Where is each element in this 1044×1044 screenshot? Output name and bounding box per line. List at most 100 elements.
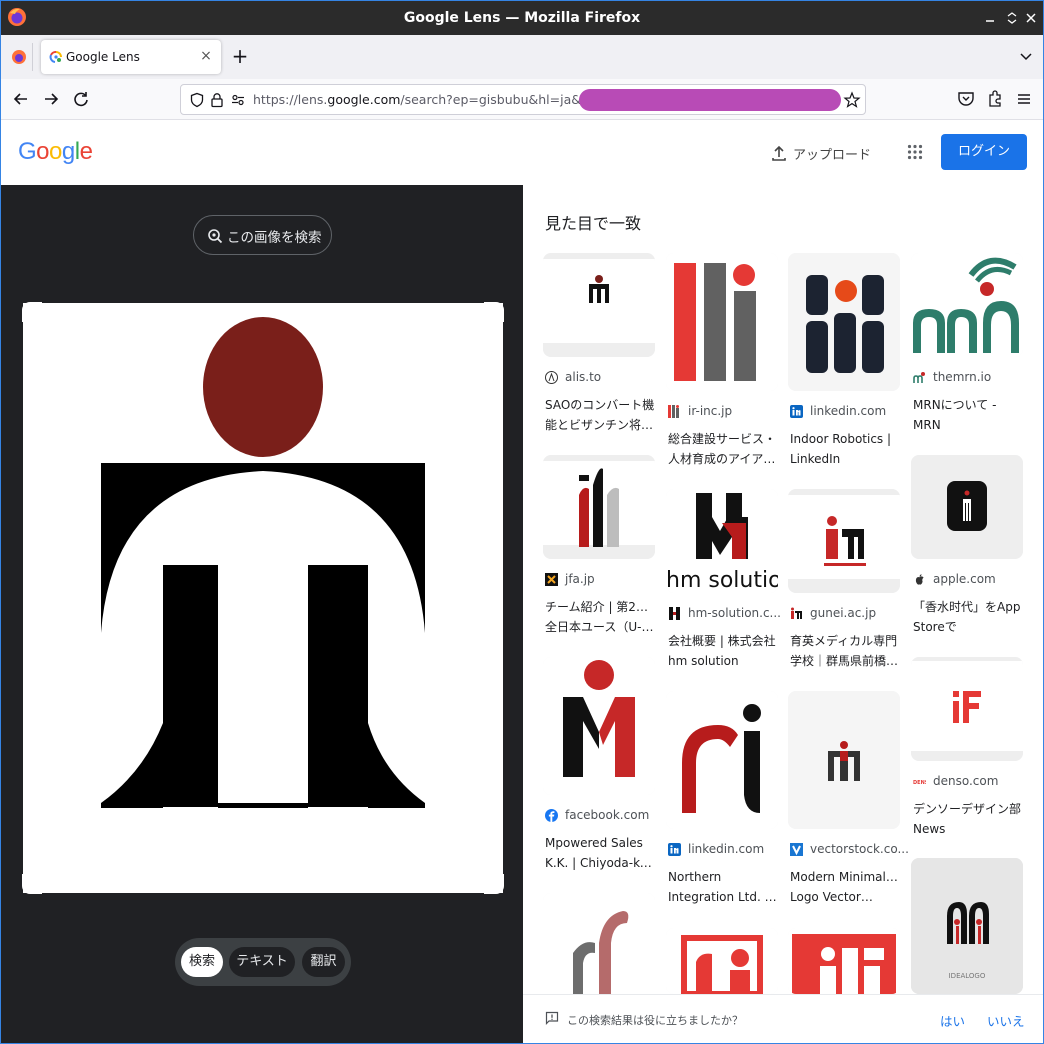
result-title-line2: 学校｜群馬県前橋… [790, 654, 899, 668]
hm-solution-favicon-icon [669, 607, 680, 620]
crop-corner-top-left[interactable] [22, 302, 42, 322]
result-title-line2: LinkedIn [790, 452, 841, 466]
visual-matches-heading: 見た目で一致 [545, 214, 642, 233]
gunei-favicon-icon [791, 607, 802, 619]
permissions-icon[interactable] [230, 92, 246, 108]
result-title-line1: 育英メディカル専門 [790, 634, 898, 648]
result-title-line1: Northern [668, 870, 722, 884]
result-title-line2: 能とビザンチン将… [545, 418, 654, 432]
result-thumbnail [543, 455, 655, 559]
result-thumbnail [788, 489, 900, 593]
forward-arrow-icon[interactable] [39, 87, 63, 111]
result-thumbnail [788, 928, 900, 994]
result-source-label: apple.com [933, 572, 996, 586]
query-image[interactable] [22, 302, 504, 894]
query-image-panel: この画像を検索 検索 テキスト 翻訳 [1, 185, 523, 1043]
tab-label: Google Lens [66, 50, 140, 64]
idealogo-thumb-text: IDEALOGO [949, 972, 986, 980]
lens-mode-switcher: 検索 テキスト 翻訳 [175, 938, 351, 986]
result-thumbnail [911, 455, 1023, 559]
ir-inc-favicon-icon [668, 405, 679, 418]
firefox-window: Google Lens — Mozilla Firefox Google Len… [0, 0, 1044, 1044]
result-title-line1: チーム紹介 | 第23回 [545, 600, 655, 614]
bookmark-star-icon[interactable] [843, 91, 861, 109]
result-title-line2: 人材育成のアイア… [668, 452, 776, 466]
result-title-line1: Indoor Robotics | [790, 432, 892, 446]
hm-solution-thumb-text: hm solution [666, 568, 778, 593]
themrn-favicon-icon [913, 372, 925, 383]
feedback-no-link[interactable]: いいえ [987, 1011, 1025, 1030]
chevron-down-icon[interactable] [1017, 47, 1035, 65]
apple-favicon-icon [915, 574, 924, 585]
result-thumbnail [666, 253, 778, 391]
lock-icon[interactable] [209, 92, 225, 108]
result-title-line1: デンソーデザイン部 [913, 802, 1022, 816]
feedback-yes-link[interactable]: はい [940, 1011, 965, 1030]
upload-label: アップロード [793, 148, 872, 163]
result-thumbnail [543, 657, 655, 795]
close-tab-icon[interactable]: × [197, 47, 215, 65]
result-title-line2: Logo Vector… [790, 890, 873, 904]
query-logo-image [23, 303, 503, 893]
google-logo[interactable]: Google [18, 138, 93, 166]
search-this-image-label: この画像を検索 [227, 230, 322, 246]
title-bar: Google Lens — Mozilla Firefox [1, 1, 1043, 35]
close-window-icon[interactable] [1022, 9, 1040, 27]
url-bar[interactable]: https://lens.google.com/search?ep=gisbub… [180, 84, 866, 115]
result-thumbnail [543, 893, 655, 1003]
result-title-line1: Mpowered Sales [545, 836, 643, 850]
result-title-line1: SAOのコンバート機 [545, 398, 655, 412]
mode-text-tab[interactable]: テキスト [229, 947, 295, 977]
crop-corner-bottom-left[interactable] [22, 874, 42, 894]
upload-icon [772, 145, 786, 161]
feedback-bar: この検索結果は役に立ちましたか？ はい いいえ [523, 994, 1043, 1043]
search-this-image-button[interactable]: この画像を検索 [193, 215, 332, 255]
result-title-line1: 総合建設サービス・ [668, 432, 777, 446]
extensions-icon[interactable] [985, 89, 1005, 109]
back-arrow-icon[interactable] [9, 87, 33, 111]
login-button[interactable]: ログイン [941, 134, 1027, 170]
vectorstock-favicon-icon [790, 843, 803, 856]
facebook-favicon-icon [545, 809, 558, 822]
result-title-line1: Modern Minimal Im [790, 870, 900, 884]
result-thumbnail: hm solution [666, 489, 778, 593]
result-title-line2: News [913, 822, 946, 836]
result-source-label: denso.com [933, 774, 999, 788]
tab-google-lens[interactable]: Google Lens × [41, 40, 221, 74]
minimize-icon[interactable] [981, 9, 999, 27]
shield-icon[interactable] [189, 92, 205, 108]
pocket-icon[interactable] [956, 89, 976, 109]
crop-corner-bottom-right[interactable] [484, 874, 504, 894]
result-thumbnail [788, 691, 900, 829]
mode-translate-tab[interactable]: 翻訳 [302, 947, 345, 977]
result-source-label: themrn.io [933, 370, 992, 384]
maximize-icon[interactable] [1003, 9, 1021, 27]
menu-icon[interactable] [1014, 89, 1034, 109]
result-source-label: linkedin.com [688, 842, 765, 856]
denso-favicon-icon: DENSO [913, 780, 926, 786]
new-tab-icon[interactable]: + [229, 45, 251, 67]
visual-matches-panel: 見た目で一致 alis.to SAOのコンバート機 能とビザンチン将… jfa.… [523, 185, 1043, 1043]
result-title-line2: MRN [913, 418, 941, 432]
result-source-label: hm-solution.c... [688, 606, 781, 620]
navigation-bar: https://lens.google.com/search?ep=gisbub… [1, 79, 1043, 120]
reload-icon[interactable] [69, 87, 93, 111]
google-lens-favicon-icon [49, 51, 62, 63]
result-thumbnail [666, 691, 778, 829]
crop-corner-top-right[interactable] [484, 302, 504, 322]
result-title-line1: MRNについて - [913, 398, 997, 412]
result-thumbnail [666, 928, 778, 994]
url-domain: google.com [327, 92, 401, 107]
firefox-view-button[interactable] [7, 43, 33, 71]
result-source-label: ir-inc.jp [688, 404, 733, 418]
result-title-line1: 「香水时代」をApp [913, 600, 1021, 614]
result-thumbnail [788, 253, 900, 391]
linkedin-favicon-icon [790, 405, 803, 418]
svg-text:DENSO: DENSO [913, 780, 926, 786]
apps-grid-icon[interactable] [907, 144, 923, 160]
result-title-line2: Storeで [913, 620, 957, 634]
mode-search-tab[interactable]: 検索 [181, 947, 223, 977]
firefox-view-icon [12, 50, 26, 64]
result-thumbnail [543, 253, 655, 357]
url-prefix: https://lens. [253, 92, 328, 107]
